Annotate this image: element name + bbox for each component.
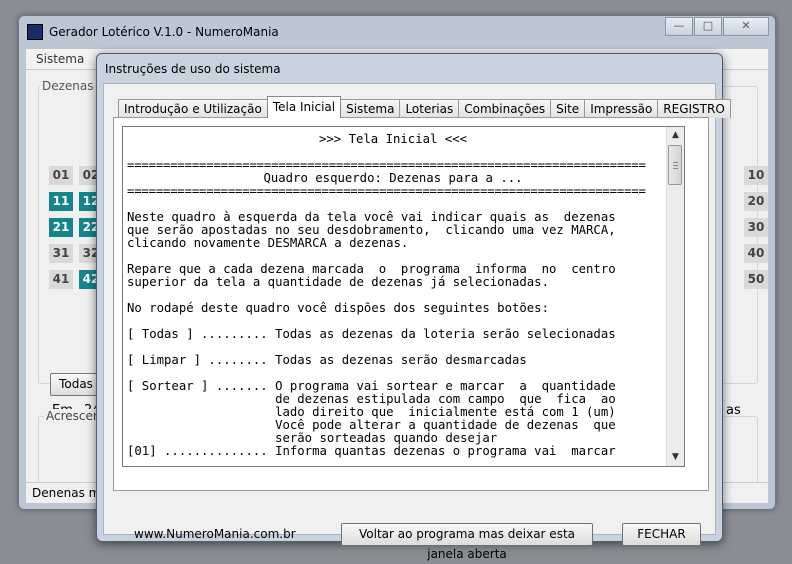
number-cell[interactable]: 41 [49,270,73,289]
number-cell[interactable]: 20 [744,192,768,211]
number-cell[interactable]: 31 [49,244,73,263]
tab-sistema[interactable]: Sistema [340,99,401,118]
tab-site[interactable]: Site [550,99,586,118]
keep-open-button[interactable]: Voltar ao programa mas deixar esta janel… [341,523,593,561]
site-link: www.NumeroMania.com.br [134,527,296,541]
main-title-bar: Gerador Lotérico V.1.0 - NumeroMania [27,22,279,42]
menu-sistema[interactable]: Sistema [36,52,84,66]
instructions-textbox[interactable]: >>> Tela Inicial <<< ===================… [122,126,685,467]
text-line: No rodapé deste quadro você dispões dos … [127,301,549,315]
text-line: clicando novamente DESMARCA a dezenas. [127,236,409,250]
tab-impressao[interactable]: Impressão [584,99,659,118]
text-line: [ Todas ] ......... Todas as dezenas da … [127,327,616,341]
instructions-dialog: Instruções de uso do sistema Introdução … [96,53,731,561]
text-line: [01] .............. Informa quantas deze… [127,444,616,458]
scroll-thumb[interactable] [668,145,682,185]
tab-tela-inicial[interactable]: Tela Inicial [266,96,342,118]
instructions-text: >>> Tela Inicial <<< ===================… [127,133,659,458]
scroll-down-arrow-icon[interactable]: ▼ [667,449,684,466]
tab-registro[interactable]: REGISTRO [657,99,731,118]
text-section-title: Quadro esquerdo: Dezenas para a ... [263,171,523,185]
todas-button[interactable]: Todas [50,373,102,396]
number-cell[interactable]: 40 [744,244,768,263]
number-cell[interactable]: 30 [744,218,768,237]
text-rule: ========================================… [127,185,646,198]
text-heading: >>> Tela Inicial <<< [318,132,468,146]
maximize-button[interactable]: □ [694,17,722,36]
app-icon [27,24,43,40]
window-controls: — □ ✕ [665,17,769,36]
main-window-title: Gerador Lotérico V.1.0 - NumeroMania [49,25,279,39]
fechar-button[interactable]: FECHAR [622,523,701,546]
text-line: superior da tela a quantidade de dezenas… [127,275,549,289]
vertical-scrollbar[interactable]: ▲ ▼ [666,127,684,466]
number-cell[interactable]: 10 [744,166,768,185]
text-line: [ Limpar ] ........ Todas as dezenas ser… [127,353,527,367]
minimize-button[interactable]: — [665,17,693,36]
tab-combinacoes[interactable]: Combinações [458,99,552,118]
number-cell[interactable]: 21 [49,218,73,237]
scroll-up-arrow-icon[interactable]: ▲ [667,127,684,144]
tab-loterias[interactable]: Loterias [399,99,460,118]
dialog-client-area: Introdução e Utilização Tela Inicial Sis… [103,83,731,561]
number-cell[interactable]: 01 [49,166,73,185]
number-cell[interactable]: 11 [49,192,73,211]
close-window-button[interactable]: ✕ [723,17,769,36]
tab-strip: Introdução e Utilização Tela Inicial Sis… [118,96,731,118]
dialog-title: Instruções de uso do sistema [105,62,281,76]
tab-introducao[interactable]: Introdução e Utilização [118,99,268,118]
number-cell[interactable]: 50 [744,270,768,289]
